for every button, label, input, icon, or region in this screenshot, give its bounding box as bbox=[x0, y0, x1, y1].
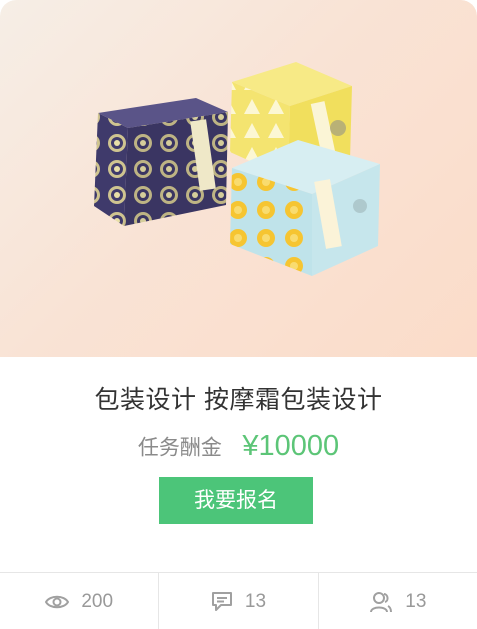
eye-icon bbox=[45, 595, 70, 608]
comment-icon bbox=[211, 592, 232, 611]
users-icon bbox=[370, 591, 393, 612]
participants-stat[interactable]: 13 bbox=[319, 573, 477, 629]
task-title: 包装设计 按摩霜包装设计 bbox=[94, 386, 383, 414]
comments-stat[interactable]: 13 bbox=[159, 573, 319, 629]
comments-count: 13 bbox=[244, 590, 267, 612]
reward-amount: ¥10000 bbox=[242, 430, 340, 462]
reward-row: 任务酬金 ¥10000 bbox=[0, 430, 477, 463]
views-stat[interactable]: 200 bbox=[0, 573, 160, 629]
views-count: 200 bbox=[81, 590, 114, 612]
task-card[interactable]: 包装设计 按摩霜包装设计 任务酬金 ¥10000 我要报名 200 13 13 bbox=[0, 0, 477, 629]
stats-bar: 200 13 13 bbox=[0, 572, 477, 629]
packaging-boxes-illustration bbox=[94, 62, 380, 276]
apply-button[interactable]: 我要报名 bbox=[159, 477, 313, 524]
product-image[interactable] bbox=[0, 0, 477, 357]
reward-label: 任务酬金 bbox=[137, 436, 222, 460]
participants-count: 13 bbox=[405, 590, 427, 612]
